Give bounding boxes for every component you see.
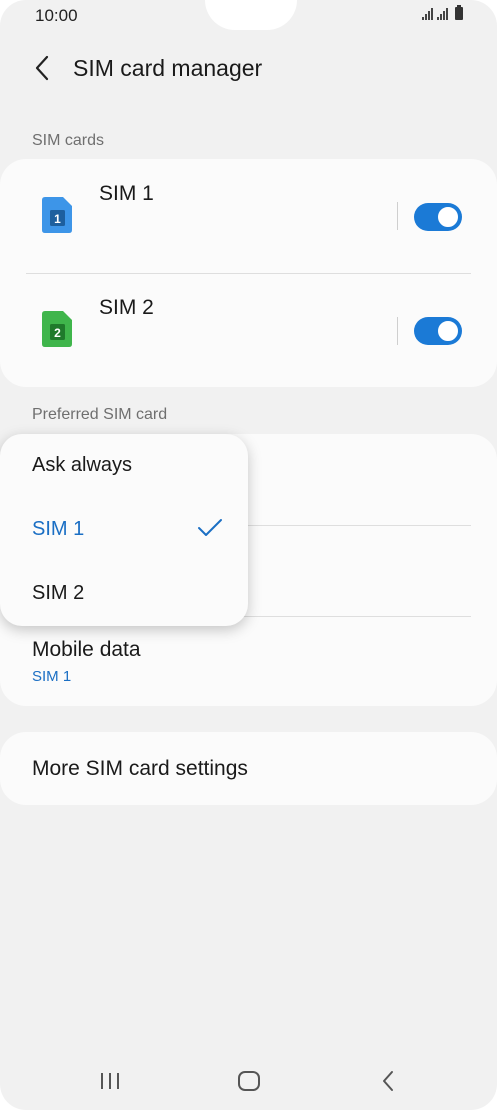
- status-icons: [422, 5, 463, 20]
- sim-card-2-icon: 2: [42, 311, 72, 347]
- battery-icon: [455, 5, 463, 20]
- chevron-left-icon: [35, 55, 49, 81]
- dropdown-option-sim-1[interactable]: SIM 1: [0, 498, 248, 562]
- signal-sim1-icon: [422, 7, 433, 20]
- back-button[interactable]: [22, 50, 62, 86]
- page-title: SIM card manager: [73, 55, 263, 81]
- dropdown-option-sim-2[interactable]: SIM 2: [0, 562, 248, 626]
- checkmark-icon: [198, 519, 222, 536]
- status-time: 10:00: [35, 6, 78, 25]
- sim-2-name: SIM 2: [99, 296, 154, 319]
- sim-card-1-icon: 1: [42, 197, 72, 233]
- more-sim-settings-label: More SIM card settings: [32, 757, 248, 780]
- sim-1-name: SIM 1: [99, 182, 154, 205]
- navigation-bar: [0, 1050, 497, 1110]
- more-sim-settings-button[interactable]: More SIM card settings: [0, 732, 497, 805]
- home-icon: [238, 1071, 260, 1091]
- toggle-knob: [436, 205, 460, 229]
- status-bar: 10:00: [0, 0, 497, 32]
- sim-card-1-icon-number: 1: [54, 212, 61, 226]
- sim-1-toggle[interactable]: [414, 203, 462, 231]
- sim-cards-card: 1 SIM 1 2 SIM 2: [0, 159, 497, 387]
- recents-icon: [101, 1073, 119, 1089]
- section-label-preferred-sim: Preferred SIM card: [32, 406, 168, 423]
- option-label: SIM 2: [32, 582, 85, 604]
- sim-2-toggle[interactable]: [414, 317, 462, 345]
- recents-button[interactable]: [90, 1066, 130, 1096]
- option-label: SIM 1: [32, 518, 85, 540]
- mobile-data-value: SIM 1: [32, 668, 72, 685]
- dropdown-option-ask-always[interactable]: Ask always: [0, 434, 248, 498]
- back-nav-button[interactable]: [368, 1066, 408, 1096]
- app-header: SIM card manager: [0, 40, 497, 96]
- sim-row-2[interactable]: 2 SIM 2: [0, 274, 497, 388]
- signal-sim2-icon: [437, 7, 448, 20]
- back-icon: [383, 1071, 393, 1091]
- option-label: Ask always: [32, 454, 133, 476]
- sim-card-2-icon-number: 2: [54, 326, 61, 340]
- toggle-knob: [436, 319, 460, 343]
- vertical-divider: [397, 317, 398, 345]
- home-button[interactable]: [229, 1066, 269, 1096]
- mobile-data-row[interactable]: Mobile data SIM 1: [0, 617, 497, 706]
- screen: 10:00 SIM card manager SIM cards 1 SIM 1…: [0, 0, 497, 1110]
- preferred-sim-dropdown: Ask always SIM 1 SIM 2: [0, 434, 248, 626]
- mobile-data-title: Mobile data: [32, 638, 141, 661]
- section-label-sim-cards: SIM cards: [32, 132, 105, 149]
- sim-row-1[interactable]: 1 SIM 1: [0, 159, 497, 273]
- vertical-divider: [397, 202, 398, 230]
